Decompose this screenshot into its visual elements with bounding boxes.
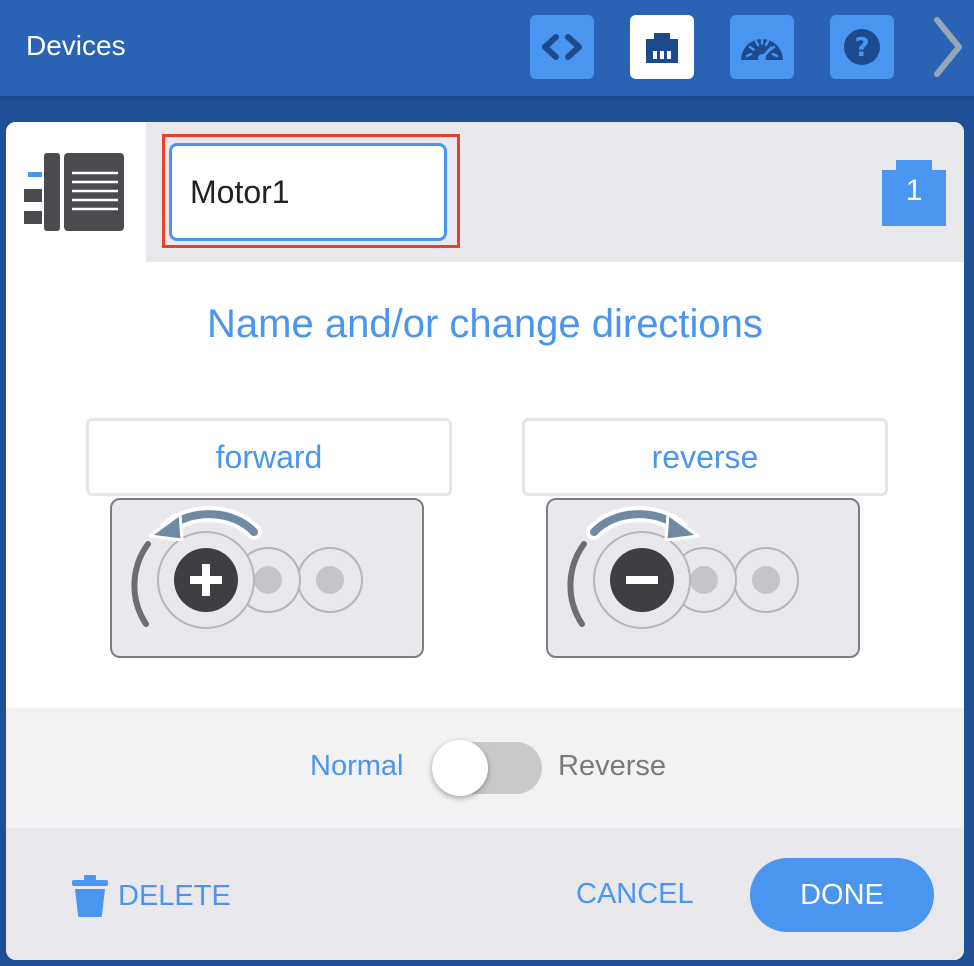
device-header: 1 <box>6 122 964 262</box>
help-icon: ? <box>844 29 880 65</box>
forward-rotation-diagram-icon <box>131 506 363 629</box>
done-button[interactable]: DONE <box>750 858 934 932</box>
devices-brain-icon <box>646 33 678 63</box>
top-bar: Devices ? <box>0 0 974 100</box>
next-button[interactable] <box>928 14 968 80</box>
delete-label: DELETE <box>118 879 231 912</box>
toggle-normal-label: Normal <box>310 750 404 782</box>
forward-motor-card[interactable] <box>110 498 424 658</box>
dashboard-gauge-icon <box>741 37 783 62</box>
port-number: 1 <box>905 174 923 207</box>
direction-toggle[interactable] <box>432 740 542 796</box>
dialog-heading: Name and/or change directions <box>207 302 763 346</box>
chevron-right-icon <box>934 17 962 77</box>
toggle-reverse-label: Reverse <box>558 750 666 782</box>
device-icon-box <box>6 122 146 262</box>
reverse-label-button[interactable]: reverse <box>522 418 888 496</box>
page-title: Devices <box>26 30 126 61</box>
motor-device-icon <box>24 153 124 231</box>
cancel-button[interactable]: CANCEL <box>576 878 694 911</box>
device-name-input[interactable] <box>169 143 447 241</box>
reverse-motor-card[interactable] <box>546 498 860 658</box>
trash-icon <box>72 875 108 917</box>
devices-button[interactable] <box>630 15 694 79</box>
delete-button[interactable]: DELETE <box>72 874 231 918</box>
device-config-dialog: 1 Name and/or change directions forward … <box>6 122 964 960</box>
code-view-button[interactable] <box>530 15 594 79</box>
code-icon <box>542 34 582 60</box>
toggle-knob[interactable] <box>432 740 488 796</box>
svg-text:?: ? <box>854 33 869 63</box>
forward-label-button[interactable]: forward <box>86 418 452 496</box>
reverse-rotation-diagram-icon <box>567 506 799 629</box>
help-button[interactable]: ? <box>830 15 894 79</box>
dashboard-button[interactable] <box>730 15 794 79</box>
